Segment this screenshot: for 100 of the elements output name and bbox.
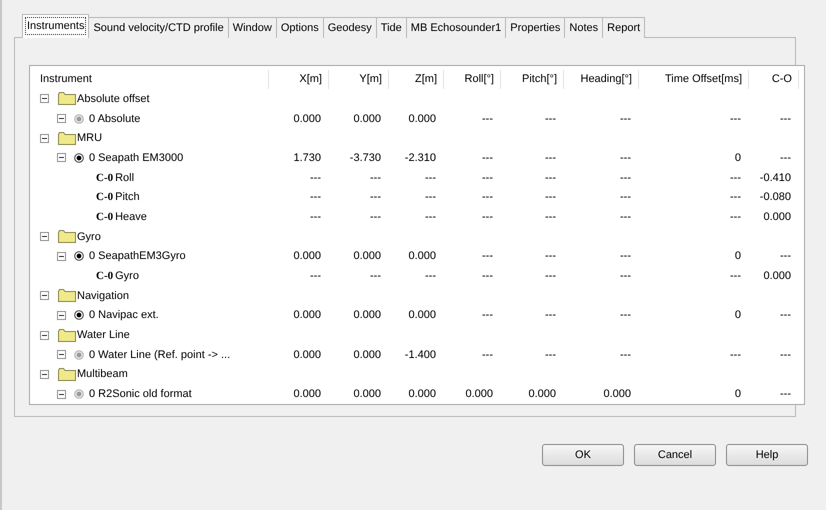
- instrument-label: 0 Navipac ext.: [89, 309, 159, 322]
- table-cell-text: ---: [424, 191, 437, 204]
- co-label: C-0: [96, 172, 114, 184]
- table-cell-text: ---: [544, 309, 557, 322]
- table-cell-text: ---: [729, 112, 742, 125]
- table-cell-text: 0.000: [352, 388, 382, 400]
- table-cell-text: ---: [424, 172, 437, 184]
- table-cell-text: ---: [779, 112, 792, 125]
- table-cell-text: 0: [734, 250, 742, 262]
- column-header[interactable]: Roll[°]: [444, 70, 501, 89]
- table-cell-text: ---: [544, 348, 557, 361]
- table-cell-text: ---: [779, 388, 792, 400]
- folder-icon: [58, 230, 76, 244]
- column-header[interactable]: Instrument: [30, 70, 269, 89]
- table-cell-text: 0.000: [527, 388, 557, 400]
- table-cell-text: -0.080: [758, 191, 792, 204]
- collapse-icon[interactable]: [40, 291, 49, 300]
- table-cell-text: 0.000: [292, 112, 322, 125]
- tab[interactable]: Options: [276, 17, 324, 38]
- table-cell-text: ---: [309, 210, 322, 223]
- tab[interactable]: Notes: [564, 17, 604, 38]
- dialog-button[interactable]: Help: [726, 444, 808, 466]
- tab[interactable]: Window: [228, 17, 277, 38]
- tab[interactable]: Sound velocity/CTD profile: [88, 17, 229, 38]
- table-cell-text: ---: [729, 210, 742, 223]
- tab[interactable]: Instruments: [22, 14, 90, 38]
- dialog-button[interactable]: OK: [542, 444, 624, 466]
- collapse-icon[interactable]: [40, 94, 49, 104]
- column-header[interactable]: Time Offset[ms]: [639, 70, 749, 89]
- dialog-button[interactable]: Cancel: [634, 444, 716, 466]
- collapse-icon[interactable]: [57, 153, 66, 162]
- table-cell-text: ---: [481, 309, 494, 322]
- correction-label: Gyro: [115, 270, 139, 282]
- table-cell-text: ---: [779, 250, 792, 262]
- collapse-icon[interactable]: [40, 370, 49, 379]
- collapse-icon[interactable]: [40, 330, 49, 340]
- group-label: Gyro: [77, 230, 101, 243]
- table-cell-text: ---: [309, 270, 322, 282]
- group-label: MRU: [77, 132, 102, 144]
- table-cell-text: ---: [544, 112, 557, 125]
- collapse-icon[interactable]: [57, 350, 66, 360]
- instrument-label: 0 Water Line (Ref. point -> ...: [89, 348, 230, 361]
- group-label: Absolute offset: [77, 92, 150, 105]
- table-cell-text: 0: [734, 152, 742, 164]
- table-cell-text: ---: [481, 172, 494, 184]
- tab[interactable]: Geodesy: [322, 17, 377, 38]
- collapse-icon[interactable]: [57, 114, 66, 124]
- tab[interactable]: Tide: [376, 17, 407, 38]
- tab[interactable]: MB Echosounder1: [406, 17, 506, 38]
- column-header[interactable]: X[m]: [269, 70, 329, 89]
- table-cell-text: 0.000: [352, 309, 382, 322]
- column-header[interactable]: Z[m]: [389, 70, 444, 89]
- table-cell-text: ---: [481, 270, 494, 282]
- instrument-label: 0 Absolute: [89, 112, 140, 125]
- table-cell-text: ---: [481, 152, 494, 164]
- collapse-icon[interactable]: [40, 134, 49, 143]
- table-cell-text: ---: [779, 348, 792, 361]
- table-cell-text: ---: [779, 152, 792, 164]
- instrument-label: 0 SeapathEM3Gyro: [89, 250, 186, 262]
- table-cell-text: ---: [729, 191, 742, 204]
- table-cell-text: ---: [309, 191, 322, 204]
- column-header[interactable]: Heading[°]: [564, 70, 639, 89]
- table-cell-text: ---: [619, 152, 632, 164]
- table-cell-text: 0.000: [407, 112, 437, 125]
- table-cell-text: ---: [424, 210, 437, 223]
- group-label: Navigation: [77, 290, 129, 302]
- tab[interactable]: Properties: [505, 17, 566, 38]
- table-cell-text: -0.410: [758, 172, 792, 184]
- table-cell-text: 0.000: [352, 112, 382, 125]
- tab[interactable]: Report: [602, 17, 646, 38]
- column-header[interactable]: C-O: [749, 70, 799, 89]
- collapse-icon[interactable]: [57, 390, 66, 399]
- column-header[interactable]: Y[m]: [329, 70, 389, 89]
- table-cell-text: 0.000: [352, 250, 382, 262]
- table-cell-text: ---: [369, 270, 382, 282]
- table-cell-text: 0.000: [352, 348, 382, 361]
- folder-icon: [58, 92, 76, 106]
- folder-icon: [58, 328, 76, 342]
- column-header[interactable]: Pitch[°]: [501, 70, 564, 89]
- table-cell-text: 0.000: [602, 388, 632, 400]
- collapse-icon[interactable]: [57, 310, 66, 320]
- table-cell-text: ---: [619, 172, 632, 184]
- table-cell-text: ---: [544, 270, 557, 282]
- table-cell-text: ---: [779, 309, 792, 322]
- table-cell-text: ---: [369, 210, 382, 223]
- table-cell-text: ---: [619, 270, 632, 282]
- co-label: C-0: [96, 191, 114, 204]
- table-cell-text: -2.310: [404, 152, 437, 164]
- table-cell-text: 0: [734, 309, 742, 322]
- collapse-icon[interactable]: [57, 252, 66, 261]
- table-cell-text: 0.000: [407, 250, 437, 262]
- table-cell-text: 0.000: [762, 210, 792, 223]
- correction-label: Pitch: [115, 191, 140, 204]
- table-cell-text: ---: [619, 348, 632, 361]
- table-cell-text: -1.400: [404, 348, 437, 361]
- table-cell-text: ---: [369, 191, 382, 204]
- correction-label: Roll: [115, 172, 134, 184]
- collapse-icon[interactable]: [40, 232, 49, 242]
- table-cell-text: ---: [481, 191, 494, 204]
- table-cell-text: 0.000: [292, 250, 322, 262]
